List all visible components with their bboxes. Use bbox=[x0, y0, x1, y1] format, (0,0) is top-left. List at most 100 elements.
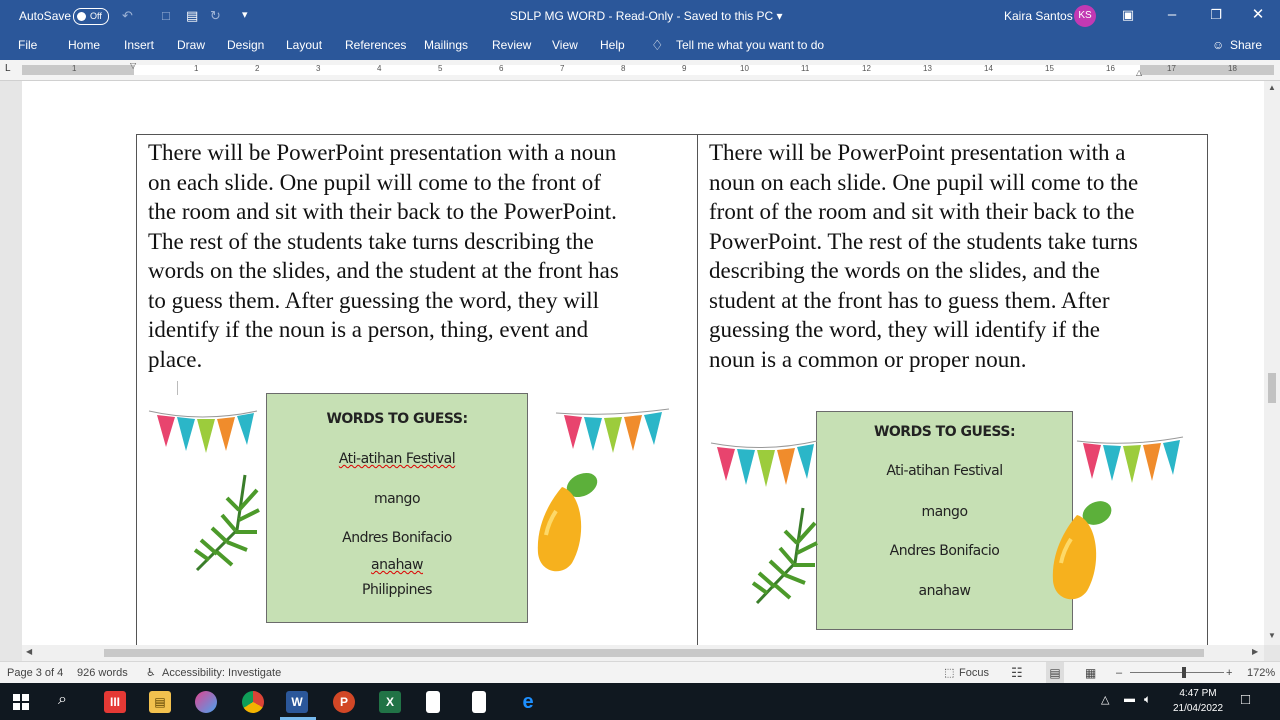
ruler-number: 11 bbox=[801, 64, 810, 73]
read-mode-icon[interactable]: ☷ bbox=[1011, 662, 1023, 684]
customize-qat-icon[interactable]: ▾ bbox=[242, 8, 248, 21]
tab-draw[interactable]: Draw bbox=[177, 32, 205, 60]
ribbon-tabs: File Home Insert Draw Design Layout Refe… bbox=[0, 32, 1280, 60]
bunting-flags-icon bbox=[1076, 436, 1184, 483]
redo-icon[interactable]: ↻ bbox=[210, 8, 221, 24]
tab-layout[interactable]: Layout bbox=[286, 32, 322, 60]
right-indent-marker-icon[interactable]: △ bbox=[1136, 68, 1142, 77]
tab-selector-icon[interactable]: L bbox=[5, 63, 11, 74]
word-icon[interactable]: W bbox=[286, 691, 308, 713]
document-title[interactable]: SDLP MG WORD - Read-Only - Saved to this… bbox=[510, 0, 783, 32]
ruler-number: 2 bbox=[255, 64, 260, 73]
undo-icon[interactable]: ↶ bbox=[122, 8, 133, 24]
autosave-state: Off bbox=[90, 11, 102, 21]
text-line: place. bbox=[148, 346, 203, 372]
left-instruction-text: There will be PowerPoint presentation wi… bbox=[148, 138, 693, 374]
edge-icon[interactable]: e bbox=[517, 691, 539, 713]
card-word: Andres Bonifacio bbox=[889, 543, 1000, 559]
print-preview-icon[interactable]: ▤ bbox=[186, 8, 198, 24]
text-line: The rest of the students take turns desc… bbox=[148, 228, 594, 254]
volume-icon[interactable]: 🔈︎ bbox=[1144, 692, 1151, 707]
clock-time: 4:47 PM bbox=[1179, 688, 1217, 699]
web-layout-icon[interactable]: ▦ bbox=[1085, 662, 1096, 684]
text-line: identify if the noun is a person, thing,… bbox=[148, 317, 589, 342]
scroll-right-icon[interactable]: ▶ bbox=[1252, 647, 1258, 656]
tab-help[interactable]: Help bbox=[600, 32, 625, 60]
chevron-up-icon[interactable]: △ bbox=[1101, 693, 1109, 706]
ruler-track bbox=[22, 65, 1274, 75]
text-line: There will be PowerPoint presentation wi… bbox=[709, 140, 1126, 165]
app-red-icon[interactable]: III bbox=[104, 691, 126, 713]
document-page[interactable]: There will be PowerPoint presentation wi… bbox=[22, 81, 1264, 645]
user-name[interactable]: Kaira Santos bbox=[1004, 0, 1073, 32]
scroll-up-icon[interactable]: ▲ bbox=[1268, 83, 1276, 92]
ruler-number: 10 bbox=[740, 64, 749, 73]
minimize-icon[interactable]: – bbox=[1150, 0, 1194, 32]
tab-references[interactable]: References bbox=[345, 32, 406, 60]
text-line: There will be PowerPoint presentation wi… bbox=[148, 140, 617, 165]
tab-view[interactable]: View bbox=[552, 32, 578, 60]
tab-design[interactable]: Design bbox=[227, 32, 264, 60]
palm-leaf-icon bbox=[193, 474, 260, 572]
document-icon[interactable] bbox=[472, 691, 486, 713]
ruler-number: 4 bbox=[377, 64, 382, 73]
restore-icon[interactable]: ❐ bbox=[1194, 0, 1238, 32]
zoom-slider[interactable] bbox=[1130, 672, 1224, 673]
horizontal-ruler[interactable]: L 1 1 2 3 4 5 6 7 8 9 10 11 12 13 14 15 … bbox=[0, 60, 1280, 81]
search-icon[interactable]: ⌕ bbox=[58, 691, 67, 709]
two-column-table: There will be PowerPoint presentation wi… bbox=[136, 134, 1208, 645]
taskbar-clock[interactable]: 4:47 PM 21/04/2022 bbox=[1164, 686, 1232, 716]
accessibility-status[interactable]: Accessibility: Investigate bbox=[162, 662, 281, 684]
focus-button[interactable]: Focus bbox=[959, 662, 989, 684]
tab-mailings[interactable]: Mailings bbox=[424, 32, 468, 60]
share-button[interactable]: Share bbox=[1230, 32, 1262, 60]
chrome-icon[interactable] bbox=[242, 691, 264, 713]
person-icon: ☺ bbox=[1212, 38, 1225, 52]
focus-icon: ⬚ bbox=[944, 667, 955, 679]
save-icon[interactable]: □ bbox=[162, 8, 170, 23]
tab-insert[interactable]: Insert bbox=[124, 32, 154, 60]
card-word: anahaw bbox=[918, 583, 971, 599]
text-line: guessing the word, they will identify if… bbox=[709, 317, 1100, 342]
scroll-down-icon[interactable]: ▼ bbox=[1268, 631, 1276, 640]
print-layout-icon[interactable]: ▤ bbox=[1046, 662, 1064, 684]
text-line: the room and sit with their back to the … bbox=[148, 199, 617, 224]
tell-me-search[interactable]: Tell me what you want to do bbox=[676, 32, 824, 60]
document-icon[interactable] bbox=[426, 691, 440, 713]
ruler-number: 14 bbox=[984, 64, 993, 73]
bunting-flags-icon bbox=[148, 410, 258, 453]
autosave-toggle[interactable]: Off bbox=[73, 8, 109, 25]
windows-start-icon[interactable] bbox=[13, 694, 29, 710]
indent-marker-icon[interactable]: ▽ bbox=[130, 61, 136, 70]
zoom-in-icon[interactable]: + bbox=[1226, 662, 1232, 684]
zoom-slider-thumb[interactable] bbox=[1182, 667, 1186, 678]
avatar[interactable]: KS bbox=[1074, 5, 1096, 27]
ruler-number: 7 bbox=[560, 64, 565, 73]
ruler-number: 5 bbox=[438, 64, 443, 73]
zoom-out-icon[interactable]: – bbox=[1116, 662, 1122, 684]
tab-file[interactable]: File bbox=[18, 32, 37, 60]
scroll-left-icon[interactable]: ◀ bbox=[26, 647, 32, 656]
excel-icon[interactable]: X bbox=[379, 691, 401, 713]
zoom-level[interactable]: 172% bbox=[1247, 662, 1275, 684]
word-count[interactable]: 926 words bbox=[77, 662, 128, 684]
horizontal-scroll-thumb[interactable] bbox=[104, 649, 1204, 657]
bunting-flags-icon bbox=[710, 440, 818, 487]
page-count[interactable]: Page 3 of 4 bbox=[7, 662, 63, 684]
vertical-scrollbar[interactable]: ▲ ▼ bbox=[1264, 81, 1280, 645]
tab-home[interactable]: Home bbox=[68, 32, 100, 60]
text-line: PowerPoint. The rest of the students tak… bbox=[709, 228, 1138, 254]
close-icon[interactable]: ✕ bbox=[1236, 0, 1280, 32]
ribbon-display-icon[interactable]: ▣ bbox=[1106, 0, 1150, 32]
vertical-scroll-thumb[interactable] bbox=[1268, 373, 1276, 403]
text-line: to guess them. After guessing the word, … bbox=[148, 287, 599, 313]
horizontal-scrollbar[interactable]: ◀ ▶ bbox=[22, 645, 1264, 661]
ruler-number: 1 bbox=[72, 64, 77, 73]
notifications-icon[interactable]: □ bbox=[1241, 691, 1250, 708]
powerpoint-icon[interactable]: P bbox=[333, 691, 355, 713]
maps-icon[interactable] bbox=[195, 691, 217, 713]
status-bar: Page 3 of 4 926 words ♿ Accessibility: I… bbox=[0, 661, 1280, 684]
tab-review[interactable]: Review bbox=[492, 32, 531, 60]
file-explorer-icon[interactable]: ▤ bbox=[149, 691, 171, 713]
battery-icon[interactable]: ▬ bbox=[1124, 693, 1135, 705]
